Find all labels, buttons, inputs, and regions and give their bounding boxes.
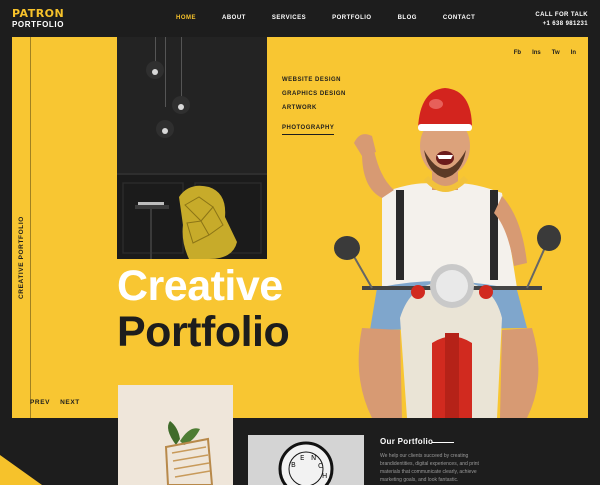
rattan-chair-photo (118, 385, 233, 485)
social-linkedin[interactable]: In (571, 50, 576, 56)
contact-phone[interactable]: +1 638 981231 (535, 20, 588, 29)
nav-home[interactable]: HOME (176, 15, 196, 21)
bench-sign-photo: B E N C H (248, 435, 364, 485)
prev-button[interactable]: PREV (30, 399, 50, 406)
svg-text:N: N (311, 454, 316, 462)
heading-underline (432, 442, 454, 443)
social-instagram[interactable]: Ins (532, 50, 541, 56)
brand-logo[interactable]: PATRON PORTFOLIO (12, 8, 64, 29)
portfolio-card-bench[interactable]: B E N C H (248, 435, 364, 485)
hero-pager: PREV NEXT (30, 399, 90, 406)
main-nav: HOME ABOUT SERVICES PORTFOLIO BLOG CONTA… (176, 15, 501, 21)
social-facebook[interactable]: Fb (514, 50, 521, 56)
contact-label: CALL FOR TALK (535, 12, 588, 18)
nav-contact[interactable]: CONTACT (443, 15, 475, 21)
hero-title-line1: Creative (117, 262, 283, 310)
hero-title: Creative Portfolio (117, 262, 290, 356)
contact-block: CALL FOR TALK +1 638 981231 (535, 11, 588, 29)
interior-illustration (122, 61, 262, 259)
brand-subtitle: PORTFOLIO (12, 20, 65, 29)
hero-divider-line (30, 37, 31, 418)
our-portfolio-description: We help our clients succeed by creating … (380, 453, 479, 483)
svg-text:B: B (291, 461, 296, 469)
hero-vertical-label: CREATIVE PORTFOLIO (18, 216, 25, 299)
social-twitter[interactable]: Tw (552, 50, 560, 56)
svg-text:E: E (300, 454, 304, 462)
hero-photo-man-on-scooter (334, 88, 561, 418)
svg-text:C: C (318, 462, 323, 470)
social-links: Fb Ins Tw In (503, 50, 576, 56)
svg-text:H: H (322, 472, 327, 480)
decorative-triangle (0, 455, 42, 485)
nav-services[interactable]: SERVICES (272, 15, 306, 21)
portfolio-card-chair[interactable] (118, 385, 233, 485)
nav-blog[interactable]: BLOG (398, 15, 417, 21)
hero-section: CREATIVE PORTFOLIO WEBSITE DESIGN GRAPHI… (12, 37, 588, 418)
nav-about[interactable]: ABOUT (222, 15, 246, 21)
brand-name: PATRON (12, 7, 65, 20)
next-button[interactable]: NEXT (60, 399, 80, 406)
interior-photo (117, 37, 267, 259)
our-portfolio-heading: Our Portfolio (380, 437, 434, 446)
hero-title-line2: Portfolio (117, 308, 290, 356)
nav-portfolio[interactable]: PORTFOLIO (332, 15, 372, 21)
